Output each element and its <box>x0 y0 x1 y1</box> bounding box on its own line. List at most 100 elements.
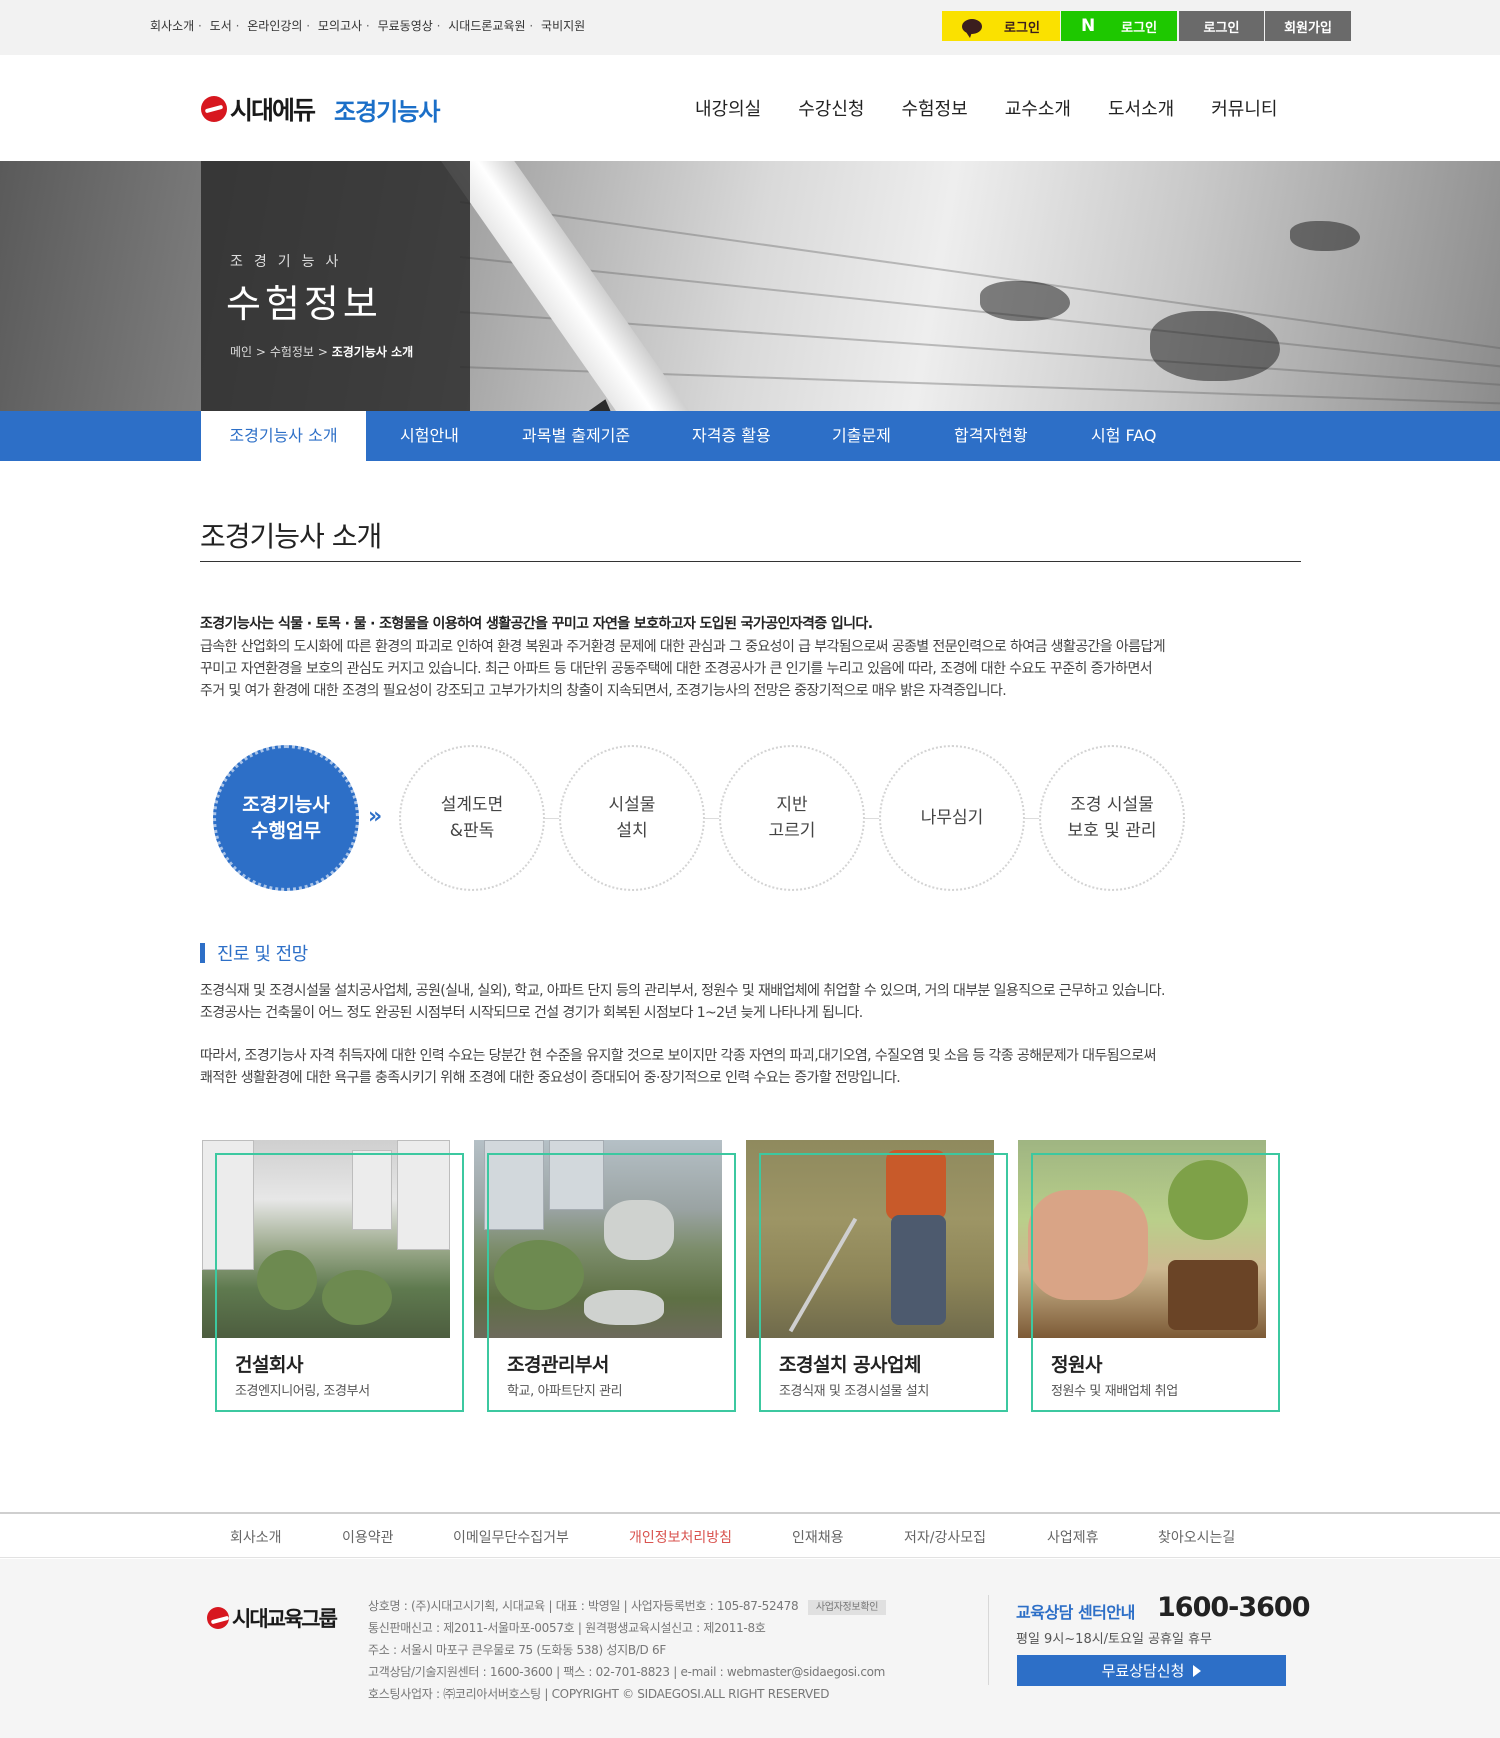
util-separator: · <box>365 19 370 33</box>
duty-circle-grading: 지반 고르기 <box>719 745 865 891</box>
duty-main-circle: 조경기능사 수행업무 <box>213 745 359 891</box>
intro-text: 조경기능사는 식물 · 토목 · 물 · 조형물을 이용하여 생활공간을 꾸미고… <box>200 613 1260 702</box>
graphite-shavings-image <box>1290 221 1360 251</box>
career-paragraph: 조경식재 및 조경시설물 설치공사업체, 공원(실내, 실외), 학교, 아파트… <box>200 980 1260 1024</box>
consult-center-label: 교육상담 센터안내 <box>1016 1603 1135 1622</box>
footer-links: 회사소개 이용약관 이메일무단수집거부 개인정보처리방침 인재채용 저자/강사모… <box>0 1512 1500 1558</box>
footer-link-authors[interactable]: 저자/강사모집 <box>904 1527 986 1547</box>
footer-logo-text: 시대교육그룹 <box>232 1607 338 1631</box>
title-divider <box>200 561 1301 562</box>
util-separator: · <box>235 19 240 33</box>
footer-link-directions[interactable]: 찾아오시는길 <box>1158 1527 1235 1547</box>
util-separator: · <box>529 19 534 33</box>
duty-circle-drawing: 설계도면 &판독 <box>399 745 545 891</box>
site-logo[interactable]: 시대에듀 조경기능사 <box>201 91 440 127</box>
nav-professors[interactable]: 교수소개 <box>1005 95 1071 121</box>
graphite-shavings-image <box>980 281 1070 321</box>
company-info-line: 주소 : 서울시 마포구 큰우물로 75 (도화동 538) 성지B/D 6F <box>368 1643 666 1657</box>
join-button[interactable]: 회원가입 <box>1265 11 1351 41</box>
footer-link-partnership[interactable]: 사업제휴 <box>1047 1527 1099 1547</box>
tab-subject-criteria[interactable]: 과목별 출제기준 <box>522 411 630 461</box>
sub-nav: 조경기능사 소개 시험안내 과목별 출제기준 자격증 활용 기출문제 합격자현황… <box>0 411 1500 461</box>
breadcrumb-current: 조경기능사 소개 <box>331 345 414 359</box>
footer-link-email-refusal[interactable]: 이메일무단수집거부 <box>453 1527 569 1547</box>
kakao-login-label: 로그인 <box>1004 20 1040 36</box>
breadcrumb-home[interactable]: 메인 <box>230 345 252 359</box>
consult-hours: 평일 9시~18시/토요일 공휴일 휴무 <box>1016 1632 1213 1647</box>
free-consult-button[interactable]: 무료상담신청 <box>1017 1655 1286 1686</box>
util-link-online-lecture[interactable]: 온라인강의 <box>247 19 302 33</box>
footer-link-company[interactable]: 회사소개 <box>230 1527 282 1547</box>
sidae-logo-icon <box>201 96 227 122</box>
kakao-talk-icon <box>962 18 983 38</box>
double-chevron-right-icon: » <box>368 804 382 829</box>
career-section-title: 진로 및 전망 <box>217 944 308 965</box>
footer-link-privacy[interactable]: 개인정보처리방침 <box>629 1527 732 1547</box>
tab-exam-faq[interactable]: 시험 FAQ <box>1091 411 1157 461</box>
site-header: 시대에듀 조경기능사 내강의실 수강신청 수험정보 교수소개 도서소개 커뮤니티 <box>0 55 1500 161</box>
card-title: 조경설치 공사업체 <box>779 1354 921 1376</box>
footer-link-careers[interactable]: 인재채용 <box>792 1527 844 1547</box>
duty-circle-planting: 나무심기 <box>879 745 1025 891</box>
nav-exam-info[interactable]: 수험정보 <box>902 95 968 121</box>
nav-course-registration[interactable]: 수강신청 <box>798 95 864 121</box>
logo-subtitle: 조경기능사 <box>334 97 440 126</box>
intro-line: 급속한 산업화의 도시화에 따른 환경의 파괴로 인하여 환경 복원과 주거환경… <box>200 639 1166 655</box>
career-card-contractor: 조경설치 공사업체 조경식재 및 조경시설물 설치 <box>746 1140 1008 1412</box>
card-description: 정원수 및 재배업체 취업 <box>1051 1384 1178 1399</box>
intro-line: 주거 및 여가 환경에 대한 조경의 필요성이 강조되고 고부가가치의 창출이 … <box>200 683 1007 699</box>
footer-divider <box>988 1595 989 1685</box>
nav-community[interactable]: 커뮤니티 <box>1211 95 1277 121</box>
nav-books[interactable]: 도서소개 <box>1108 95 1174 121</box>
free-consult-label: 무료상담신청 <box>1101 1662 1185 1680</box>
hero-small-title: 조경기능사 <box>230 254 350 270</box>
util-separator: · <box>198 19 202 33</box>
util-separator: · <box>306 19 311 33</box>
breadcrumb-separator: > <box>255 345 266 359</box>
duty-circle-facility-install: 시설물 설치 <box>559 745 705 891</box>
tab-intro[interactable]: 조경기능사 소개 <box>201 411 366 461</box>
naver-n-icon: N <box>1080 16 1096 36</box>
duty-circle-maintenance: 조경 시설물 보호 및 관리 <box>1039 745 1185 891</box>
career-card-construction: 건설회사 조경엔지니어링, 조경부서 <box>202 1140 464 1412</box>
career-card-gardener: 정원사 정원수 및 재배업체 취업 <box>1018 1140 1280 1412</box>
card-title: 건설회사 <box>235 1354 303 1376</box>
util-link-books[interactable]: 도서 <box>210 19 232 33</box>
business-info-check-button[interactable]: 사업자정보확인 <box>807 1600 887 1615</box>
logo-text: 시대에듀 <box>230 96 316 125</box>
card-description: 조경엔지니어링, 조경부서 <box>235 1384 370 1399</box>
hero-banner: 조경기능사 수험정보 메인 > 수험정보 > 조경기능사 소개 <box>0 161 1500 411</box>
util-link-company[interactable]: 회사소개 <box>150 19 194 33</box>
site-footer: 시대교육그룹 상호명 : (주)시대고시기획, 시대교육 | 대표 : 박영일 … <box>0 1559 1500 1738</box>
tab-past-exams[interactable]: 기출문제 <box>832 411 891 461</box>
footer-link-terms[interactable]: 이용약관 <box>342 1527 394 1547</box>
util-link-gov-support[interactable]: 국비지원 <box>541 19 585 33</box>
intro-line: 꾸미고 자연환경을 보호의 관심도 커지고 있습니다. 최근 아파트 등 대단위… <box>200 661 1153 677</box>
card-description: 학교, 아파트단지 관리 <box>507 1384 623 1399</box>
company-info-line: 통신판매신고 : 제2011-서울마포-0057호 | 원격평생교육시설신고 :… <box>368 1621 766 1635</box>
login-button[interactable]: 로그인 <box>1179 11 1264 41</box>
company-info-line: 상호명 : (주)시대고시기획, 시대교육 | 대표 : 박영일 | 사업자등록… <box>368 1599 799 1613</box>
nav-my-classroom[interactable]: 내강의실 <box>695 95 761 121</box>
company-info-line: 고객상담/기술지원센터 : 1600-3600 | 팩스 : 02-701-88… <box>368 1665 886 1679</box>
util-link-drone-academy[interactable]: 시대드론교육원 <box>448 19 525 33</box>
util-link-mock-exam[interactable]: 모의고사 <box>318 19 362 33</box>
career-line: 조경공사는 건축물이 어느 정도 완공된 시점부터 시작되므로 건설 경기가 회… <box>200 1005 863 1021</box>
company-info-line: 호스팅사업자 : ㈜코리아서버호스팅 | COPYRIGHT © SIDAEGO… <box>368 1687 830 1701</box>
tab-certificate-use[interactable]: 자격증 활용 <box>692 411 771 461</box>
breadcrumb-separator: > <box>317 345 328 359</box>
graphite-shavings-image <box>1150 311 1280 381</box>
play-arrow-icon <box>1193 1664 1202 1677</box>
top-utility-bar: 회사소개 · 도서 · 온라인강의 · 모의고사 · 무료동영상 · 시대드론교… <box>0 0 1500 55</box>
company-info: 상호명 : (주)시대고시기획, 시대교육 | 대표 : 박영일 | 사업자등록… <box>368 1595 887 1705</box>
tab-exam-guide[interactable]: 시험안내 <box>400 411 459 461</box>
career-card-management: 조경관리부서 학교, 아파트단지 관리 <box>474 1140 736 1412</box>
main-nav: 내강의실 수강신청 수험정보 교수소개 도서소개 커뮤니티 <box>695 95 1315 121</box>
tab-pass-status[interactable]: 합격자현황 <box>954 411 1028 461</box>
util-link-free-video[interactable]: 무료동영상 <box>378 19 433 33</box>
career-line: 조경식재 및 조경시설물 설치공사업체, 공원(실내, 실외), 학교, 아파트… <box>200 983 1165 999</box>
hero-title: 수험정보 <box>226 282 382 326</box>
breadcrumb-exam-info[interactable]: 수험정보 <box>270 345 314 359</box>
kakao-login-button[interactable]: 로그인 <box>942 11 1060 41</box>
naver-login-button[interactable]: N 로그인 <box>1061 11 1177 41</box>
